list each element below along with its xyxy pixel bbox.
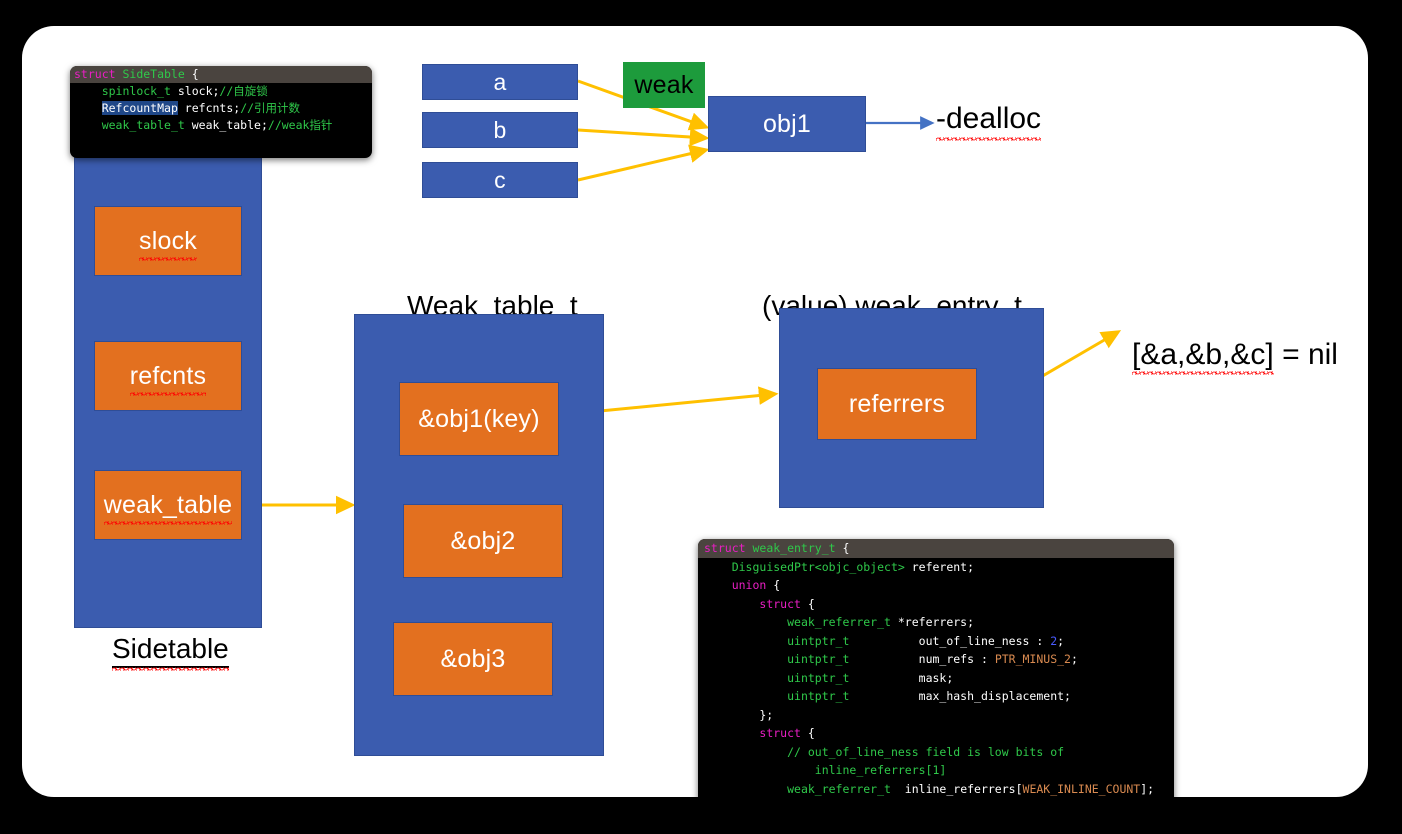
code-line: union {	[731, 578, 781, 592]
sidetable-slot-slock-label: slock	[139, 226, 197, 261]
sidetable-slot-weak-table-label: weak_table	[103, 490, 233, 525]
ref-box-b-label: b	[493, 116, 507, 143]
code-window-weak-entry[interactable]: struct weak_entry_t { DisguisedPtr<objc_…	[698, 539, 1174, 797]
weak-badge[interactable]: weak	[623, 62, 705, 108]
referrers-annotation: [&a,&b,&c] = nil	[1132, 338, 1338, 375]
screen: slock refcnts weak_table Sidetable a b c…	[0, 0, 1402, 834]
ref-box-b[interactable]: b	[422, 112, 578, 148]
sidetable-slot-refcnts-label: refcnts	[129, 361, 207, 396]
object-box-obj1-label: obj1	[762, 109, 812, 138]
arrow-c-to-obj1	[577, 144, 710, 182]
code-line: struct weak_entry_t {	[698, 539, 1174, 558]
code-line: spinlock_t slock;//自旋锁	[101, 84, 268, 98]
weak-table-entry-obj2-label: &obj2	[450, 526, 516, 555]
code-line: // out_of_line_ness field is low bits of	[787, 744, 1065, 759]
code-window-sidetable[interactable]: struct SideTable { spinlock_t slock;//自旋…	[70, 66, 372, 158]
ref-box-a[interactable]: a	[422, 64, 578, 100]
code-line: RefcountMap refcnts;//引用计数	[101, 101, 301, 115]
sidetable-slot-slock[interactable]: slock	[94, 206, 242, 276]
weak-badge-label: weak	[634, 70, 694, 99]
code-line: struct {	[759, 596, 815, 611]
object-box-obj1[interactable]: obj1	[708, 96, 866, 152]
code-line: uintptr_t mask;	[787, 670, 954, 685]
code-line: uintptr_t num_refs : PTR_MINUS_2;	[787, 652, 1078, 666]
weak-table-entry-obj3[interactable]: &obj3	[393, 622, 553, 696]
code-line: DisguisedPtr<objc_object> referent;	[731, 559, 975, 574]
sidetable-caption: Sidetable	[112, 633, 229, 671]
sidetable-caption-text: Sidetable	[112, 633, 229, 671]
weak-table-entry-obj1-label: &obj1(key)	[418, 404, 540, 433]
referrers-annotation-tail: = nil	[1273, 338, 1338, 371]
code-line: uintptr_t out_of_line_ness : 2;	[787, 633, 1065, 648]
slide-card: slock refcnts weak_table Sidetable a b c…	[22, 26, 1368, 797]
code-line: };	[704, 707, 774, 722]
arrow-b-to-obj1	[577, 127, 710, 147]
weak-table-entry-obj1[interactable]: &obj1(key)	[399, 382, 559, 456]
ref-box-c[interactable]: c	[422, 162, 578, 198]
code-line: weak_table_t weak_table;//weak指针	[101, 118, 333, 132]
weak-entry-slot-referrers-label: referrers	[848, 389, 946, 418]
weak-table-entry-obj2[interactable]: &obj2	[403, 504, 563, 578]
sidetable-slot-refcnts[interactable]: refcnts	[94, 341, 242, 411]
weak-table-entry-obj3-label: &obj3	[440, 644, 506, 673]
ref-box-a-label: a	[493, 68, 507, 95]
code-line: struct {	[759, 726, 815, 740]
referrers-annotation-main: [&a,&b,&c]	[1132, 338, 1274, 375]
ref-box-c-label: c	[494, 166, 506, 193]
dealloc-text: -dealloc	[936, 102, 1042, 141]
code-line: struct SideTable {	[70, 66, 372, 83]
sidetable-slot-weak-table[interactable]: weak_table	[94, 470, 242, 540]
code-line: uintptr_t max_hash_displacement;	[787, 689, 1071, 703]
dealloc-label: -dealloc	[936, 102, 1042, 141]
code-line: weak_referrer_t *referrers;	[787, 615, 975, 629]
weak-entry-slot-referrers[interactable]: referrers	[817, 368, 977, 440]
code-line: weak_referrer_t inline_referrers[WEAK_IN…	[787, 781, 1155, 796]
code-line: inline_referrers[1]	[814, 763, 947, 777]
